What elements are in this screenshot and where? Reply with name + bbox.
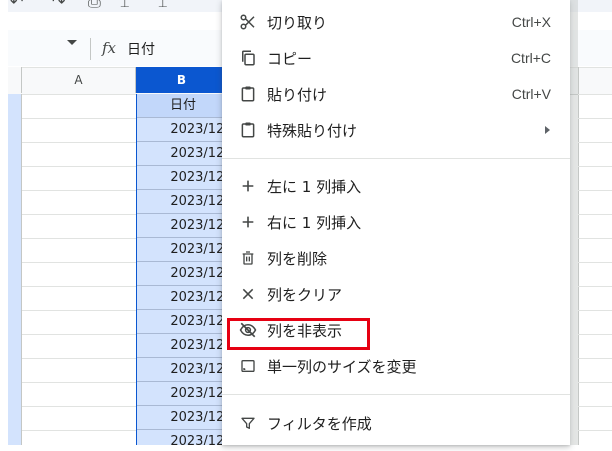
table-cell[interactable]: 2023/12/1 <box>137 406 229 430</box>
menu-item-label: 切り取り <box>267 13 328 32</box>
menu-divider <box>222 394 570 395</box>
table-cell[interactable]: 2023/12/1 <box>137 334 229 358</box>
table-cell[interactable]: 2023/12/8 <box>137 262 229 286</box>
undo-icon[interactable]: ↶ <box>10 0 23 11</box>
redo-icon[interactable]: ↷ <box>52 0 65 11</box>
menu-item-delete-column[interactable]: 列を削除 <box>222 240 570 276</box>
menu-item-insert-left[interactable]: 左に 1 列挿入 <box>222 168 570 204</box>
menu-item-copy[interactable]: コピー Ctrl+C <box>222 40 570 76</box>
trash-icon <box>238 248 258 268</box>
column-header-a[interactable]: A <box>22 67 136 93</box>
table-cell[interactable]: 2023/12/9 <box>137 286 229 310</box>
row-headers[interactable] <box>8 94 22 445</box>
formula-bar-right <box>578 30 612 66</box>
format-icon[interactable]: ⌶ <box>158 0 168 12</box>
column-b-cells[interactable]: 日付 2023/12/1 2023/12/2 2023/12/3 2023/12… <box>136 94 229 445</box>
shortcut-label: Ctrl+C <box>510 50 551 66</box>
column-header-b[interactable]: B <box>136 67 228 93</box>
close-icon <box>238 284 258 304</box>
menu-item-label: 列を削除 <box>267 249 328 268</box>
menu-item-label: 単一列のサイズを変更 <box>267 357 417 376</box>
table-cell[interactable]: 2023/12/1 <box>137 358 229 382</box>
clipboard-icon <box>238 120 258 140</box>
menu-item-paste[interactable]: 貼り付け Ctrl+V <box>222 76 570 112</box>
menu-item-paste-special[interactable]: 特殊貼り付け <box>222 112 570 148</box>
column-right-cells[interactable] <box>578 94 612 445</box>
table-cell[interactable]: 2023/12/7 <box>137 238 229 262</box>
menu-item-insert-right[interactable]: 右に 1 列挿入 <box>222 204 570 240</box>
menu-item-create-filter[interactable]: フィルタを作成 <box>222 405 570 441</box>
cell-b-header[interactable]: 日付 <box>137 94 229 118</box>
formula-divider <box>90 38 91 60</box>
table-cell[interactable]: 2023/12/1 <box>137 382 229 406</box>
select-all-corner[interactable] <box>8 67 22 93</box>
paint-format-icon[interactable]: ⌶ <box>120 0 130 12</box>
vertical-scrollbar[interactable] <box>570 0 578 445</box>
menu-item-cut[interactable]: 切り取り Ctrl+X <box>222 4 570 40</box>
menu-item-resize-column[interactable]: 単一列のサイズを変更 <box>222 348 570 384</box>
menu-item-label: 右に 1 列挿入 <box>267 213 362 232</box>
menu-item-label: 左に 1 列挿入 <box>267 177 362 196</box>
menu-item-label: 特殊貼り付け <box>267 121 358 140</box>
table-cell[interactable]: 2023/12/5 <box>137 190 229 214</box>
print-icon[interactable]: ⎙ <box>88 0 101 12</box>
resize-icon <box>238 356 258 376</box>
filter-icon <box>238 413 258 433</box>
table-cell[interactable]: 2023/12/1 <box>137 430 229 445</box>
context-menu: 切り取り Ctrl+X コピー Ctrl+C 貼り付け Ctrl+V 特殊貼り付… <box>222 0 570 445</box>
table-cell[interactable]: 2023/12/1 <box>137 118 229 142</box>
menu-item-label: フィルタを作成 <box>267 414 372 433</box>
name-box-dropdown-icon[interactable] <box>67 40 77 45</box>
menu-item-label: 列をクリア <box>267 285 343 304</box>
plus-icon <box>238 212 258 232</box>
formula-input[interactable]: 日付 <box>127 39 155 59</box>
submenu-arrow-icon <box>545 126 550 134</box>
fx-icon: fx <box>102 39 117 57</box>
scissors-icon <box>238 12 258 32</box>
menu-item-label: コピー <box>267 49 313 68</box>
copy-icon <box>238 48 258 68</box>
clipboard-icon <box>238 84 258 104</box>
menu-item-label: 貼り付け <box>267 85 328 104</box>
shortcut-label: Ctrl+V <box>511 86 551 102</box>
plus-icon <box>238 176 258 196</box>
menu-item-clear-column[interactable]: 列をクリア <box>222 276 570 312</box>
table-cell[interactable]: 2023/12/6 <box>137 214 229 238</box>
menu-divider <box>222 158 570 159</box>
table-cell[interactable]: 2023/12/2 <box>137 142 229 166</box>
table-cell[interactable]: 2023/12/3 <box>137 166 229 190</box>
highlight-annotation <box>227 318 370 350</box>
table-cell[interactable]: 2023/12/1 <box>137 310 229 334</box>
shortcut-label: Ctrl+X <box>511 14 551 30</box>
column-a-cells[interactable] <box>22 94 137 445</box>
